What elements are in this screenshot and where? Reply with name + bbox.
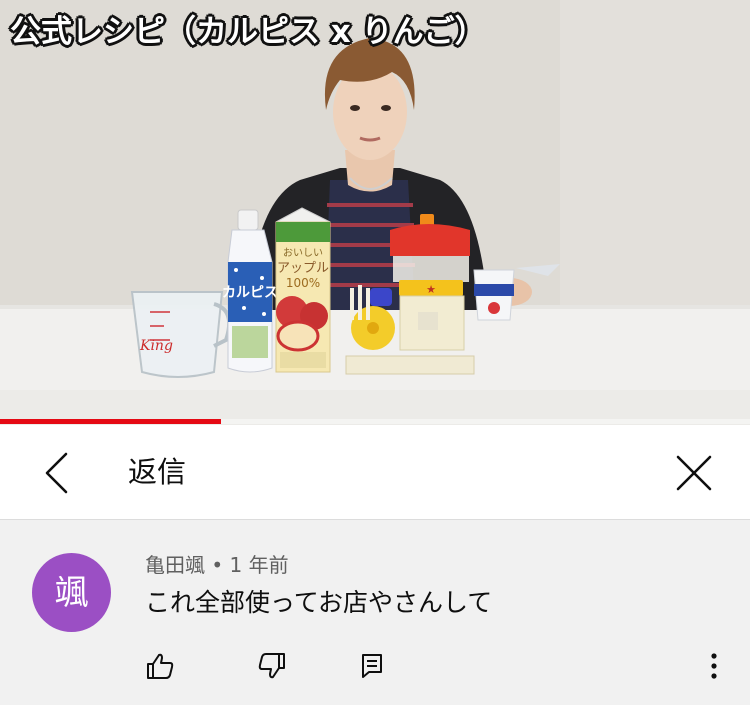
video-progress-bar[interactable]	[0, 419, 750, 424]
meta-separator: •	[211, 553, 224, 577]
avatar-initial: 颯	[54, 572, 89, 613]
dislike-button[interactable]	[254, 648, 290, 684]
svg-text:アップル: アップル	[277, 261, 329, 276]
comment-meta: 亀田颯 • 1 年前	[145, 552, 289, 578]
like-button[interactable]	[142, 648, 178, 684]
thumbs-down-icon	[258, 653, 285, 679]
close-icon	[676, 455, 712, 491]
measuring-cup: King	[130, 291, 231, 378]
more-options-button[interactable]	[696, 648, 732, 684]
apple-juice-carton: おいしい アップル 100%	[275, 207, 331, 373]
comment-text: これ全部使ってお店やさんして	[145, 588, 493, 617]
thumbs-up-icon	[147, 653, 174, 679]
back-button[interactable]	[30, 447, 82, 499]
chevron-left-icon	[45, 452, 68, 494]
reply-panel-header: 返信	[0, 425, 750, 520]
svg-text:★: ★	[426, 283, 436, 296]
svg-text:100%: 100%	[286, 276, 320, 290]
reply-button[interactable]	[354, 648, 390, 684]
video-progress-fill	[0, 419, 222, 424]
comment-item: 颯 亀田颯 • 1 年前 これ全部使ってお店やさんして	[0, 520, 750, 705]
comment-time: 1 年前	[229, 553, 289, 577]
avatar[interactable]: 颯	[32, 553, 111, 632]
more-vertical-icon	[711, 653, 717, 679]
svg-text:おいしい: おいしい	[283, 247, 323, 259]
video-frame: King カルピス おいしい アップル 100% ★	[0, 0, 750, 425]
svg-text:カルピス: カルピス	[222, 285, 278, 301]
video-player[interactable]: King カルピス おいしい アップル 100% ★ 公式レシピ（カルピス x …	[0, 0, 750, 425]
video-title-overlay: 公式レシピ（カルピス x りんご）	[9, 13, 487, 51]
reply-icon	[362, 654, 382, 678]
reply-panel-title: 返信	[128, 455, 187, 489]
svg-text:King: King	[139, 338, 173, 354]
close-button[interactable]	[668, 447, 720, 499]
comment-author[interactable]: 亀田颯	[145, 553, 205, 577]
